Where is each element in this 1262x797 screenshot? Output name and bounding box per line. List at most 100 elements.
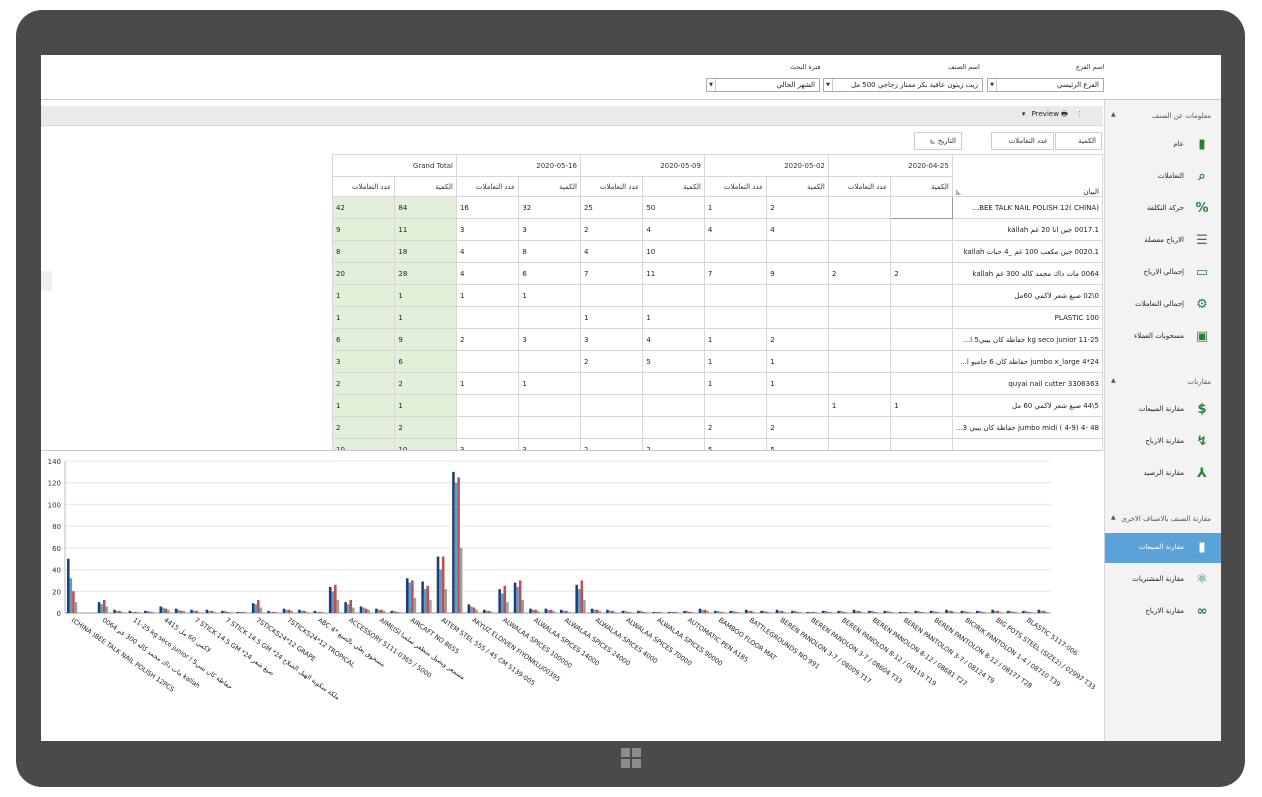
pivot-cell[interactable]: 2 — [579, 218, 644, 241]
pivot-cell[interactable] — [579, 372, 644, 395]
collapse-icon[interactable]: ▲ — [1111, 514, 1116, 521]
pivot-cell[interactable] — [890, 218, 953, 241]
pivot-cell[interactable]: 2 — [642, 438, 705, 450]
date-field-header[interactable]: التاريخ ◣ — [914, 132, 962, 150]
pivot-cell[interactable] — [827, 284, 892, 307]
pivot-cell[interactable]: 3 — [518, 328, 581, 351]
pivot-cell[interactable]: 1 — [766, 372, 829, 395]
pivot-cell[interactable] — [827, 328, 892, 351]
pivot-cell[interactable]: 2 — [455, 328, 520, 351]
pivot-cell[interactable] — [827, 350, 892, 373]
pivot-cell[interactable]: 84 — [394, 196, 457, 219]
pivot-cell[interactable]: 4 — [455, 262, 520, 285]
pivot-cell[interactable]: 11 — [394, 218, 457, 241]
windows-logo-icon[interactable] — [620, 747, 642, 769]
pivot-cell[interactable] — [518, 350, 581, 373]
pivot-cell[interactable] — [890, 306, 953, 329]
pivot-cell[interactable]: 1 — [703, 372, 768, 395]
pivot-cell[interactable]: 1 — [331, 394, 396, 417]
sidebar-item[interactable]: عام ▮ — [1105, 130, 1221, 160]
pivot-row-label[interactable]: 0017.1 جين انا 20 غم kallah — [951, 218, 1103, 241]
pivot-cell[interactable] — [827, 416, 892, 439]
pivot-cell[interactable]: 32 — [518, 196, 581, 219]
pivot-cell[interactable] — [703, 306, 768, 329]
pivot-cell[interactable] — [703, 240, 768, 263]
pivot-cell[interactable]: 2 — [394, 372, 457, 395]
pivot-cell[interactable]: 1 — [703, 196, 768, 219]
sidebar-item[interactable]: مقارنة المشتريات ⚛ — [1105, 565, 1221, 595]
pivot-cell[interactable] — [766, 306, 829, 329]
pivot-cell[interactable]: 42 — [331, 196, 396, 219]
pivot-cell[interactable]: 20 — [331, 262, 396, 285]
sidebar-item[interactable]: مقارنة الارباح ∞ — [1105, 597, 1221, 627]
pivot-row-label[interactable]: ... — [951, 438, 1103, 450]
pivot-cell[interactable]: 9 — [394, 328, 457, 351]
pivot-cell[interactable]: 8 — [518, 240, 581, 263]
pivot-cell[interactable] — [455, 394, 520, 417]
pivot-cell[interactable]: 1 — [518, 372, 581, 395]
pivot-cell[interactable]: 28 — [394, 262, 457, 285]
pivot-cell[interactable]: 1 — [890, 394, 953, 417]
pivot-row-label[interactable]: 5\44 صبغ شعر لاكمي 60 مل — [951, 394, 1103, 417]
pivot-row-label[interactable]: 0\02 صبغ شعر لاكمي 60مل — [951, 284, 1103, 307]
sidebar-item[interactable]: مقارنة الرصيد ⅄ — [1105, 459, 1221, 489]
pivot-cell[interactable] — [827, 306, 892, 329]
pivot-cell[interactable] — [890, 416, 953, 439]
pivot-cell[interactable] — [579, 284, 644, 307]
pivot-row[interactable]: 8 18 4 8 4 10 0020.1 جين مكعب 100 غم _4 حبات k… — [331, 240, 1103, 263]
pivot-cell[interactable] — [827, 218, 892, 241]
section-item-vs-others[interactable]: ▲ مقارنة الصنف بالاصناف الاخرى — [1105, 510, 1221, 530]
pivot-cell[interactable] — [518, 416, 581, 439]
pivot-row[interactable]: 42 84 16 32 25 50 1 2 (CHINA )BEE TALK NAIL POLI… — [331, 196, 1103, 219]
pivot-cell[interactable]: 6 — [331, 328, 396, 351]
pivot-cell[interactable]: 6 — [394, 350, 457, 373]
pivot-cell[interactable]: 3 — [331, 350, 396, 373]
pivot-cell[interactable]: 6 — [518, 262, 581, 285]
pivot-row-label[interactable]: 24*4 jumbo x_large حفاظة كان 6 جامبو ا..… — [951, 350, 1103, 373]
collapse-icon[interactable]: ▲ — [1111, 377, 1116, 384]
pivot-cell[interactable]: 3 — [518, 438, 581, 450]
period-select[interactable]: ▼ الشهر الحالي — [706, 78, 820, 92]
more-icon[interactable]: ⋮ — [1076, 110, 1083, 118]
pivot-cell[interactable]: 2 — [766, 416, 829, 439]
pivot-cell[interactable]: 10 — [642, 240, 705, 263]
pivot-cell[interactable] — [766, 240, 829, 263]
sidebar-item[interactable]: مقارنة المبيعات $ — [1105, 395, 1221, 425]
pivot-cell[interactable] — [518, 394, 581, 417]
pivot-cell[interactable]: 9 — [331, 218, 396, 241]
pivot-row-label[interactable]: 0064 مات داك مجمد كاله 300 غم kallah — [951, 262, 1103, 285]
section-comparisons[interactable]: ▲ مقارنات — [1105, 373, 1221, 393]
pivot-cell[interactable] — [642, 284, 705, 307]
pivot-cell[interactable] — [827, 196, 892, 219]
sidebar-item[interactable]: إجمالي الارباح ▭ — [1105, 258, 1221, 288]
pivot-cell[interactable] — [518, 306, 581, 329]
sidebar-item[interactable]: مسحوبات العملاء ▣ — [1105, 322, 1221, 352]
pivot-cell[interactable] — [827, 240, 892, 263]
pivot-cell[interactable]: 18 — [394, 240, 457, 263]
pivot-cell[interactable]: 1 — [394, 284, 457, 307]
pivot-cell[interactable]: 4 — [642, 218, 705, 241]
pivot-cell[interactable]: 1 — [455, 372, 520, 395]
pivot-cell[interactable]: 9 — [766, 262, 829, 285]
pivot-cell[interactable] — [890, 284, 953, 307]
pivot-cell[interactable] — [890, 196, 953, 219]
sidebar-item[interactable]: إجمالي التعاملات ⚙ — [1105, 290, 1221, 320]
pivot-cell[interactable] — [579, 394, 644, 417]
pivot-row-label[interactable]: 48 -4 (4-9 ) jumbo midi حفاظة كان بيبي 3… — [951, 416, 1103, 439]
pivot-cell[interactable] — [766, 284, 829, 307]
pivot-cell[interactable]: 2 — [890, 262, 953, 285]
pivot-row[interactable]: 1 1 1 1 5\44 صبغ شعر لاكمي 60 مل — [331, 394, 1103, 417]
pivot-cell[interactable] — [890, 350, 953, 373]
pivot-row-label[interactable]: 0020.1 جين مكعب 100 غم _4 حبات kallah — [951, 240, 1103, 263]
pivot-cell[interactable] — [703, 394, 768, 417]
pivot-cell[interactable]: 2 — [579, 438, 644, 450]
pivot-cell[interactable]: 10 — [331, 438, 396, 450]
pivot-row[interactable]: 1 1 1 1 0\02 صبغ شعر لاكمي 60مل — [331, 284, 1103, 307]
pivot-cell[interactable]: 4 — [579, 240, 644, 263]
count-field-header[interactable]: عدد التعاملات — [991, 132, 1054, 150]
pivot-cell[interactable]: 1 — [455, 284, 520, 307]
pivot-cell[interactable]: 1 — [579, 306, 644, 329]
collapse-icon[interactable]: ▲ — [1111, 111, 1116, 118]
pivot-cell[interactable]: 2 — [827, 262, 892, 285]
pivot-row[interactable]: 2 2 2 2 48 -4 (4-9 ) jumbo midi حفاظة كان بي… — [331, 416, 1103, 439]
